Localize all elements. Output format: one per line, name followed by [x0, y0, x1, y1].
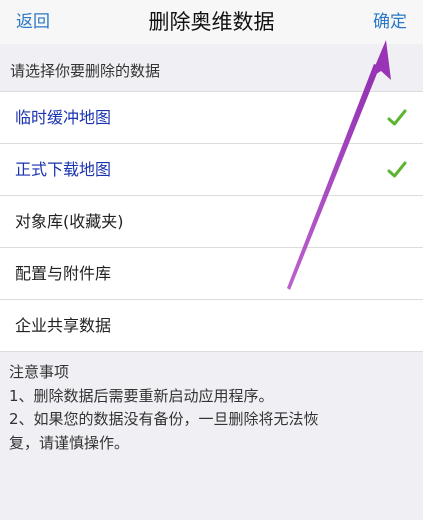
check-icon [387, 161, 407, 178]
list-item-config-attachments[interactable]: 配置与附件库 [0, 248, 423, 300]
list-item-download-map[interactable]: 正式下载地图 [0, 144, 423, 196]
list-item-object-library[interactable]: 对象库(收藏夹) [0, 196, 423, 248]
item-label: 企业共享数据 [15, 316, 112, 335]
notes-section: 注意事项 1、删除数据后需要重新启动应用程序。 2、如果您的数据没有备份，一旦删… [9, 361, 369, 455]
list-item-enterprise-shared[interactable]: 企业共享数据 [0, 300, 423, 352]
notes-line-1: 1、删除数据后需要重新启动应用程序。 [9, 386, 274, 405]
page-title: 删除奥维数据 [148, 10, 275, 34]
data-type-list: 临时缓冲地图 正式下载地图 对象库(收藏夹) 配置与附件库 企业共享数据 [0, 91, 423, 352]
item-label: 正式下载地图 [15, 160, 112, 179]
list-item-temp-cache-map[interactable]: 临时缓冲地图 [0, 92, 423, 144]
notes-line-3: 复，请谨慎操作。 [9, 433, 130, 452]
item-label: 对象库(收藏夹) [15, 212, 124, 231]
delete-data-page: 返回 删除奥维数据 确定 请选择你要删除的数据 临时缓冲地图 正式下载地图 对象… [0, 0, 423, 520]
item-label: 配置与附件库 [15, 264, 112, 283]
confirm-button[interactable]: 确定 [373, 10, 407, 34]
check-icon [387, 109, 407, 126]
section-prompt: 请选择你要删除的数据 [10, 62, 161, 80]
notes-title: 注意事项 [9, 363, 70, 381]
notes-line-2: 2、如果您的数据没有备份，一旦删除将无法恢 [9, 410, 319, 428]
item-label: 临时缓冲地图 [15, 108, 112, 127]
nav-bar: 返回 删除奥维数据 确定 [0, 0, 423, 44]
